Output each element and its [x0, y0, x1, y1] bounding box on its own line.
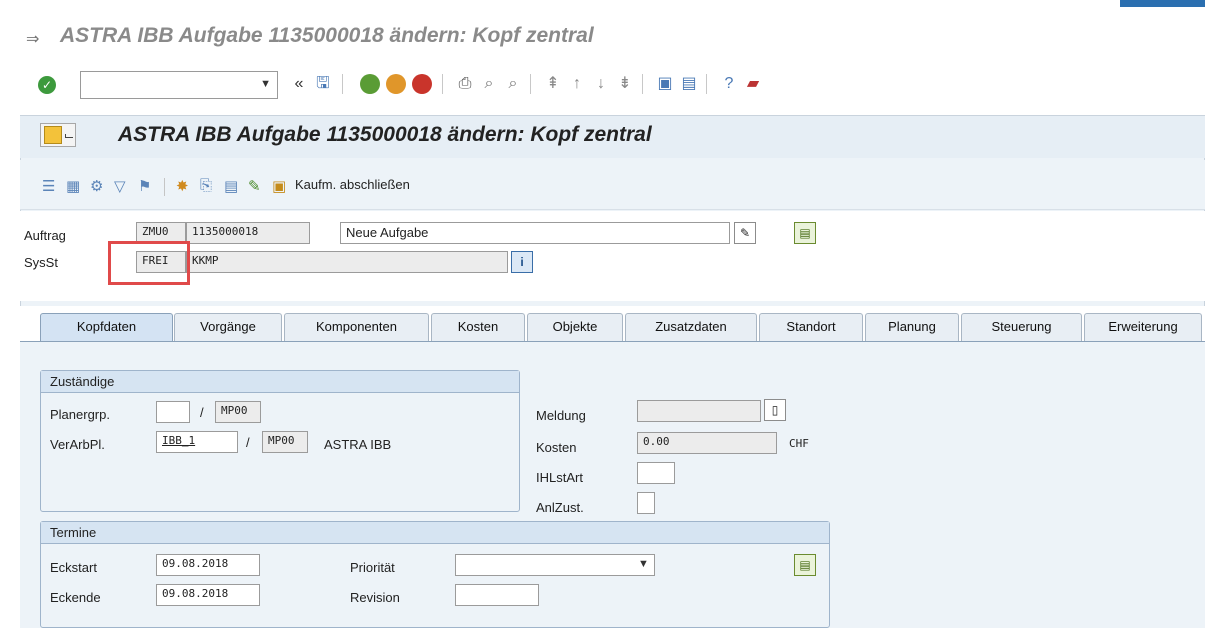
- document-icon[interactable]: ▤: [224, 177, 238, 195]
- application-toolbar: ☰ ▦ ⚙ ▽ ⚑ ✸ ⎘ ▤ ✎ ▣ Kaufm. abschließen: [20, 160, 1205, 210]
- toolbar-separator: [642, 74, 643, 94]
- command-field[interactable]: ▼: [80, 71, 278, 99]
- group-title: Termine: [41, 522, 829, 544]
- print-icon[interactable]: ⎙: [454, 73, 476, 95]
- eckende-label: Eckende: [50, 590, 101, 605]
- slash-separator: /: [200, 405, 204, 420]
- copy-order-icon[interactable]: ⎘: [200, 177, 212, 194]
- toolbar-separator: [706, 74, 707, 94]
- cancel-icon[interactable]: [412, 74, 432, 94]
- tab-objekte[interactable]: Objekte: [527, 313, 623, 341]
- transaction-icon: [44, 126, 62, 144]
- settlement-icon[interactable]: ✎: [248, 177, 261, 195]
- save-icon[interactable]: 🖫: [312, 73, 334, 95]
- order-detail-icon[interactable]: ▤: [794, 222, 816, 244]
- tab-steuerung[interactable]: Steuerung: [961, 313, 1082, 341]
- toolbar-separator: [442, 74, 443, 94]
- system-toolbar: ✓ ▼ « 🖫 ⎙ ⌕ ⌕ ⇞ ↑ ↓ ⇟ ▣ ▤ ? ▰: [0, 64, 1205, 104]
- find-icon[interactable]: ⌕: [478, 73, 500, 95]
- tab-kosten[interactable]: Kosten: [431, 313, 525, 341]
- flag-icon[interactable]: ⚑: [138, 177, 151, 195]
- planergrp-plant-field: MP00: [215, 401, 261, 423]
- window-top-line: [0, 0, 1205, 10]
- tab-komponenten[interactable]: Komponenten: [284, 313, 429, 341]
- sysst-label: SysSt: [24, 255, 58, 270]
- find-next-icon[interactable]: ⌕: [502, 73, 524, 95]
- slash-separator: /: [246, 435, 250, 450]
- shortcut-icon[interactable]: ▤: [678, 73, 700, 95]
- chevron-down-icon[interactable]: ▼: [638, 558, 649, 570]
- clipboard-icon[interactable]: ▣: [272, 177, 286, 195]
- close-commercially-button[interactable]: Kaufm. abschließen: [295, 177, 410, 192]
- filter-icon[interactable]: ▽: [114, 177, 126, 195]
- hierarchy-icon[interactable]: ⚙: [90, 177, 103, 195]
- kosten-label: Kosten: [536, 440, 577, 455]
- revision-label: Revision: [350, 590, 400, 605]
- currency-label: CHF: [789, 437, 809, 450]
- meldung-label: Meldung: [536, 408, 586, 423]
- first-page-icon[interactable]: ⇞: [542, 73, 564, 95]
- transaction-menu-button[interactable]: [40, 123, 76, 147]
- notification-field: [637, 400, 761, 422]
- enter-check-icon[interactable]: ✓: [38, 76, 56, 94]
- revision-input[interactable]: [455, 584, 539, 606]
- order-short-text-input[interactable]: Neue Aufgabe: [340, 222, 730, 244]
- basic-start-date-input[interactable]: 09.08.2018: [156, 554, 260, 576]
- page-title: ASTRA IBB Aufgabe 1135000018 ändern: Kop…: [118, 123, 652, 146]
- basic-finish-date-input[interactable]: 09.08.2018: [156, 584, 260, 606]
- highlight-annotation: [108, 241, 190, 285]
- tab-planung[interactable]: Planung: [865, 313, 959, 341]
- tab-erweiterung[interactable]: Erweiterung: [1084, 313, 1202, 341]
- group-title: Zuständige: [41, 371, 519, 393]
- next-page-icon[interactable]: ↓: [590, 73, 612, 95]
- create-notification-icon[interactable]: ▯: [764, 399, 786, 421]
- window-accent-bar: [1120, 0, 1205, 7]
- long-text-edit-icon[interactable]: ✎: [734, 222, 756, 244]
- exit-icon[interactable]: [386, 74, 406, 94]
- overview-icon[interactable]: ☰: [42, 177, 55, 195]
- planergrp-input[interactable]: [156, 401, 190, 423]
- new-session-icon[interactable]: ▣: [654, 73, 676, 95]
- back-icon[interactable]: [360, 74, 380, 94]
- verarbpl-label: VerArbPl.: [50, 437, 105, 452]
- anlzust-label: AnlZust.: [536, 500, 584, 515]
- toolbar-separator: [164, 178, 165, 196]
- window-title: ASTRA IBB Aufgabe 1135000018 ändern: Kop…: [60, 24, 594, 47]
- ihlstart-label: IHLstArt: [536, 470, 583, 485]
- costs-field: 0.00: [637, 432, 777, 454]
- work-center-plant-field: MP00: [262, 431, 308, 453]
- prioritaet-label: Priorität: [350, 560, 395, 575]
- release-icon[interactable]: ✸: [176, 177, 189, 195]
- work-center-input[interactable]: IBB_1: [156, 431, 238, 453]
- tab-vorgaenge[interactable]: Vorgänge: [174, 313, 282, 341]
- tab-kopfdaten[interactable]: Kopfdaten: [40, 313, 173, 341]
- help-icon[interactable]: ?: [718, 73, 740, 95]
- status-info-icon[interactable]: i: [511, 251, 533, 273]
- last-page-icon[interactable]: ⇟: [614, 73, 636, 95]
- system-condition-input[interactable]: [637, 492, 655, 514]
- menu-exit-icon[interactable]: ⇒: [26, 29, 39, 49]
- calculator-icon[interactable]: ▦: [66, 177, 80, 195]
- priority-select[interactable]: [455, 554, 655, 576]
- collapse-arrow-icon[interactable]: «: [288, 73, 310, 95]
- chevron-down-icon[interactable]: ▼: [260, 78, 271, 90]
- toolbar-separator: [342, 74, 343, 94]
- system-status-extra-field: KKMP: [186, 251, 508, 273]
- toolbar-separator: [530, 74, 531, 94]
- eckstart-label: Eckstart: [50, 560, 97, 575]
- planergrp-label: Planergrp.: [50, 407, 110, 422]
- tab-standort[interactable]: Standort: [759, 313, 863, 341]
- window-title-bar: ⇒ ASTRA IBB Aufgabe 1135000018 ändern: K…: [0, 14, 1205, 58]
- layout-menu-icon[interactable]: ▰: [742, 73, 764, 95]
- maintenance-activity-type-input[interactable]: [637, 462, 675, 484]
- work-center-description: ASTRA IBB: [324, 437, 392, 452]
- dropdown-indicator-icon: [65, 134, 73, 138]
- dates-detail-icon[interactable]: ▤: [794, 554, 816, 576]
- order-number-field: 1135000018: [186, 222, 310, 244]
- auftrag-label: Auftrag: [24, 228, 66, 243]
- previous-page-icon[interactable]: ↑: [566, 73, 588, 95]
- tab-zusatzdaten[interactable]: Zusatzdaten: [625, 313, 757, 341]
